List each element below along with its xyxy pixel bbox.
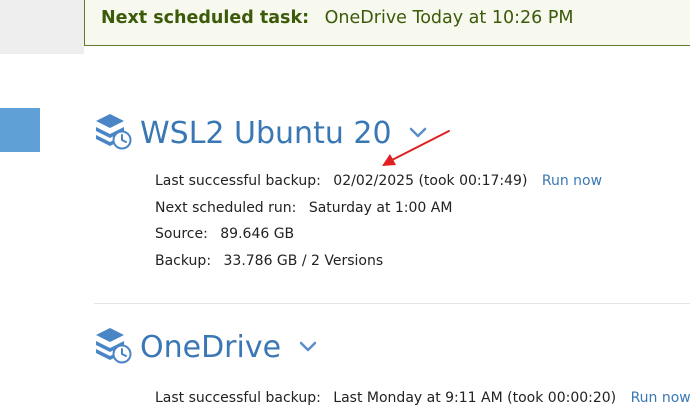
last-backup-row: Last successful backup: 02/02/2025 (took…	[155, 173, 602, 189]
next-run-label: Next scheduled run:	[155, 200, 297, 216]
last-backup-value: 02/02/2025 (took 00:17:49)	[333, 173, 528, 189]
database-clock-icon	[96, 328, 132, 364]
next-run-value: Saturday at 1:00 AM	[308, 200, 453, 216]
source-value: 89.646 GB	[220, 226, 295, 242]
chevron-down-icon[interactable]	[409, 127, 427, 139]
chevron-down-icon[interactable]	[299, 341, 317, 353]
job-title[interactable]: OneDrive	[140, 330, 317, 366]
backup-row: Backup: 33.786 GB / 2 Versions	[155, 253, 383, 269]
left-gray-panel	[0, 0, 84, 54]
source-label: Source:	[155, 226, 208, 242]
sidebar-selected-indicator[interactable]	[0, 108, 40, 152]
job-title-text: OneDrive	[140, 330, 282, 365]
job-title[interactable]: WSL2 Ubuntu 20	[140, 116, 427, 152]
last-backup-value: Last Monday at 9:11 AM (took 00:00:20)	[333, 390, 617, 406]
next-task-value: OneDrive Today at 10:26 PM	[324, 8, 574, 28]
last-backup-label: Last successful backup:	[155, 390, 321, 406]
backup-value: 33.786 GB / 2 Versions	[223, 253, 384, 269]
last-backup-label: Last successful backup:	[155, 173, 321, 189]
job-title-text: WSL2 Ubuntu 20	[140, 116, 392, 151]
section-divider	[94, 303, 690, 304]
source-row: Source: 89.646 GB	[155, 226, 294, 242]
backup-label: Backup:	[155, 253, 212, 269]
next-task-label: Next scheduled task:	[101, 8, 310, 28]
next-run-row: Next scheduled run: Saturday at 1:00 AM	[155, 200, 452, 216]
run-now-link[interactable]: Run now	[631, 390, 690, 406]
database-clock-icon	[96, 114, 132, 150]
last-backup-row: Last successful backup: Last Monday at 9…	[155, 390, 690, 406]
run-now-link[interactable]: Run now	[542, 173, 602, 189]
next-task-banner-text: Next scheduled task: OneDrive Today at 1…	[101, 8, 573, 28]
